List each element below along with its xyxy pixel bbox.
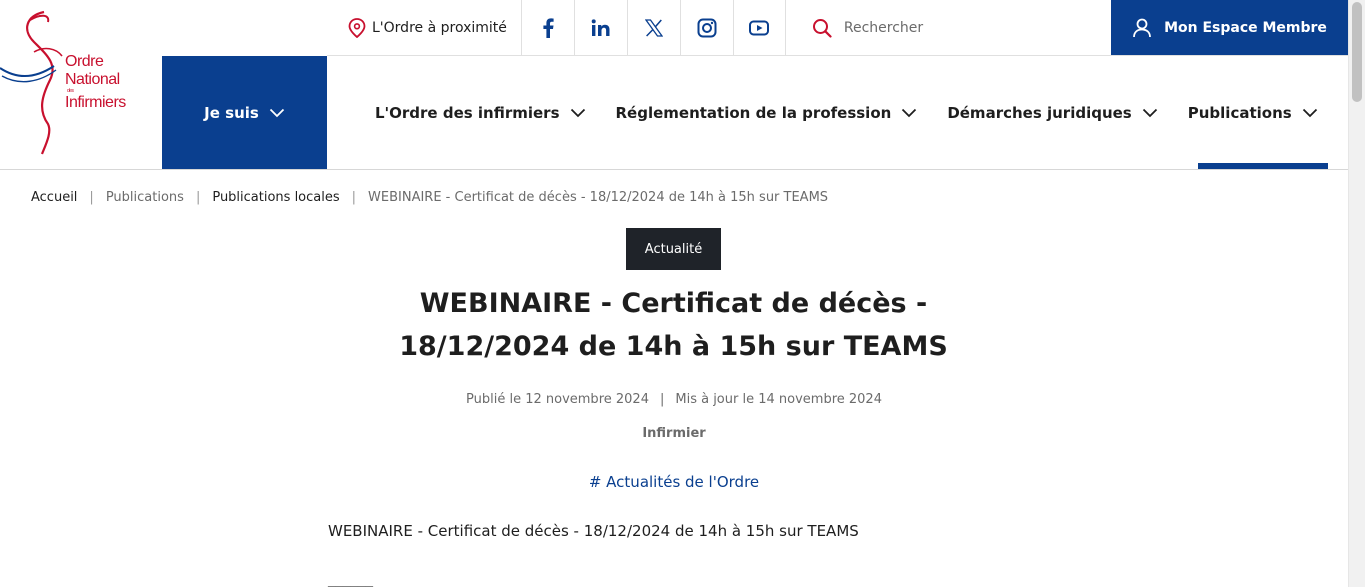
- site-logo[interactable]: Ordre National des Infirmiers: [0, 6, 150, 158]
- facebook-icon: [543, 18, 554, 38]
- search-icon[interactable]: [812, 18, 832, 38]
- search-field[interactable]: Rechercher: [786, 0, 1112, 56]
- top-utility-bar: L'Ordre à proximité Rechercher: [334, 0, 1112, 56]
- facebook-link[interactable]: [520, 0, 574, 56]
- article-body-text: WEBINAIRE - Certificat de décès - 18/12/…: [328, 522, 859, 540]
- breadcrumb: Accueil | Publications | Publications lo…: [31, 190, 828, 205]
- nav-item-label: Publications: [1187, 103, 1292, 122]
- instagram-link[interactable]: [679, 0, 733, 56]
- article-dates: Publié le 12 novembre 2024 | Mis à jour …: [0, 392, 1348, 407]
- main-navigation: L'Ordre des infirmiers Réglementation de…: [375, 56, 1328, 169]
- chevron-down-icon: [902, 108, 917, 117]
- x-icon: [644, 19, 663, 37]
- nav-item-reglementation[interactable]: Réglementation de la profession: [616, 56, 918, 169]
- breadcrumb-separator: |: [89, 190, 94, 205]
- x-link[interactable]: [626, 0, 680, 56]
- article-divider: ______: [328, 570, 373, 587]
- linkedin-link[interactable]: [573, 0, 627, 56]
- breadcrumb-current: WEBINAIRE - Certificat de décès - 18/12/…: [368, 190, 829, 205]
- article-tag-wrap: # Actualités de l'Ordre: [0, 473, 1348, 491]
- youtube-link[interactable]: [732, 0, 786, 56]
- logo-line-3: Infirmiers: [65, 94, 126, 111]
- article-audience: Infirmier: [642, 426, 706, 441]
- scrollbar-thumb[interactable]: [1352, 2, 1362, 102]
- logo-line-2: National: [65, 71, 120, 88]
- linkedin-icon: [591, 19, 610, 36]
- meta-separator: |: [659, 392, 665, 407]
- logo-line-1: Ordre: [65, 53, 104, 70]
- page-scrollbar[interactable]: [1348, 0, 1365, 587]
- chevron-down-icon: [1142, 108, 1157, 117]
- nav-item-label: Démarches juridiques: [947, 103, 1132, 122]
- instagram-icon: [697, 18, 717, 38]
- updated-date: Mis à jour le 14 novembre 2024: [675, 392, 882, 407]
- breadcrumb-home[interactable]: Accueil: [31, 190, 77, 205]
- title-line-1: WEBINAIRE - Certificat de décès -: [419, 288, 928, 319]
- badge-label: Actualité: [644, 241, 703, 257]
- nav-item-label: Réglementation de la profession: [615, 103, 892, 122]
- member-space-button[interactable]: Mon Espace Membre: [1111, 0, 1348, 55]
- chevron-down-icon: [1302, 108, 1317, 117]
- search-placeholder[interactable]: Rechercher: [844, 20, 923, 36]
- nav-item-demarches[interactable]: Démarches juridiques: [947, 56, 1157, 169]
- je-suis-menu-button[interactable]: Je suis: [162, 56, 327, 169]
- title-line-2: 18/12/2024 de 14h à 15h sur TEAMS: [399, 331, 948, 362]
- published-date: Publié le 12 novembre 2024: [466, 392, 649, 407]
- locator-label: L'Ordre à proximité: [372, 20, 507, 36]
- chevron-down-icon: [269, 108, 284, 117]
- user-icon: [1133, 18, 1151, 37]
- youtube-icon: [749, 20, 770, 36]
- nav-item-label: L'Ordre des infirmiers: [375, 103, 560, 122]
- map-pin-icon: [348, 18, 366, 38]
- breadcrumb-separator: |: [351, 190, 357, 205]
- article-category-badge: Actualité: [626, 228, 721, 270]
- site-header: Ordre National des Infirmiers L'Ordre à …: [0, 0, 1348, 170]
- page-title: WEBINAIRE - Certificat de décès - 18/12/…: [340, 282, 1007, 368]
- member-space-label: Mon Espace Membre: [1164, 19, 1327, 36]
- chevron-down-icon: [570, 108, 585, 117]
- breadcrumb-local-publications[interactable]: Publications locales: [212, 190, 339, 205]
- breadcrumb-separator: |: [195, 190, 201, 205]
- logo-text: Ordre National des Infirmiers: [65, 53, 126, 112]
- locator-link[interactable]: L'Ordre à proximité: [334, 0, 521, 56]
- breadcrumb-publications[interactable]: Publications: [106, 190, 184, 205]
- nav-item-ordre[interactable]: L'Ordre des infirmiers: [375, 56, 586, 169]
- article-tag-link[interactable]: # Actualités de l'Ordre: [589, 473, 759, 491]
- je-suis-label: Je suis: [204, 103, 259, 122]
- nav-item-publications[interactable]: Publications: [1187, 56, 1328, 169]
